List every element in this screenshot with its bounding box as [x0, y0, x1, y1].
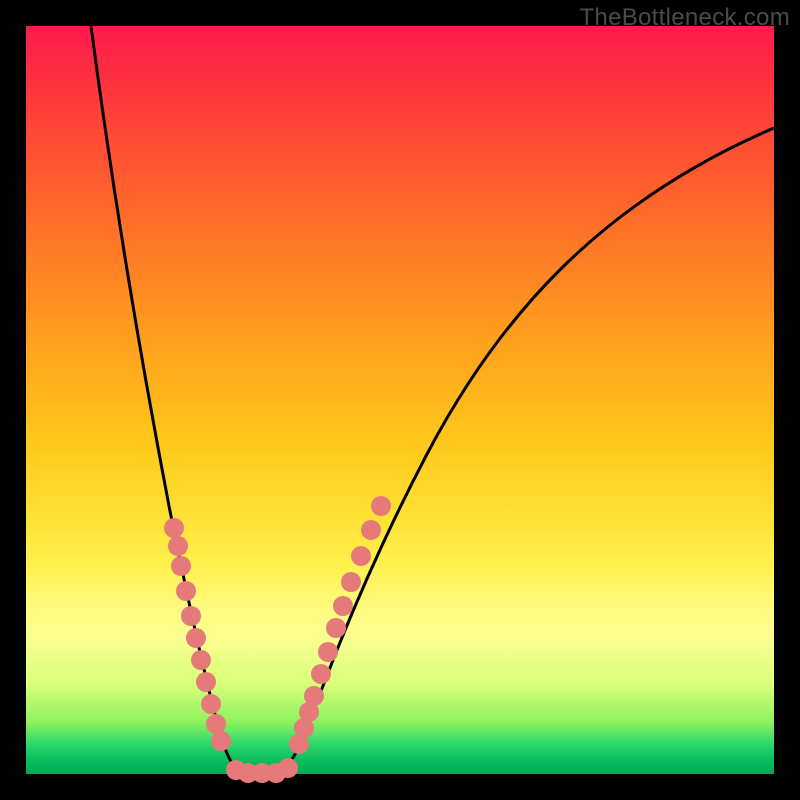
valley-dot [278, 758, 298, 778]
left-branch-dot [171, 556, 191, 576]
left-branch-dot [196, 672, 216, 692]
right-branch-dot [351, 546, 371, 566]
left-curve-path [91, 26, 260, 773]
right-branch-dot [341, 572, 361, 592]
left-branch-dot [211, 731, 231, 751]
left-branch-dot [181, 606, 201, 626]
right-branch-dot [371, 496, 391, 516]
left-branch-dot [168, 536, 188, 556]
right-branch-dot [304, 686, 324, 706]
left-branch-dot [186, 628, 206, 648]
right-curve-path [260, 128, 774, 773]
right-branch-dot [311, 664, 331, 684]
curve-overlay [26, 26, 774, 774]
right-branch-dot [361, 520, 381, 540]
left-branch-dot [176, 581, 196, 601]
watermark-label: TheBottleneck.com [579, 4, 790, 32]
left-branch-dot [201, 694, 221, 714]
right-branch-dot [318, 642, 338, 662]
right-branch-dot [333, 596, 353, 616]
right-branch-dot [326, 618, 346, 638]
left-branch-dot [191, 650, 211, 670]
left-branch-dot [164, 518, 184, 538]
